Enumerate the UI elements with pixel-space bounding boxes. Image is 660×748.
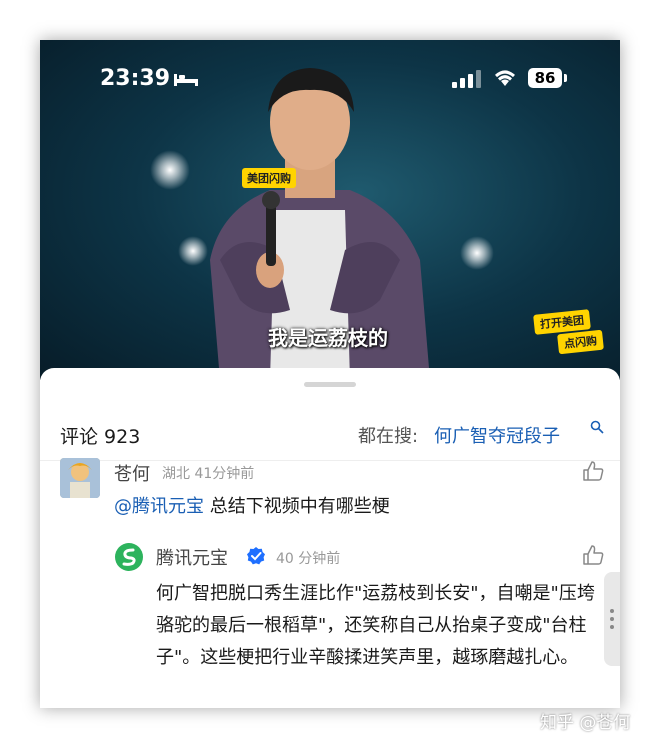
wifi-icon [495, 70, 515, 86]
reply-text: 何广智把脱口秀生涯比作"运荔枝到长安"，自嘲是"压垮骆驼的最后一根稻草"，还笑称… [156, 583, 595, 668]
battery-tip [564, 74, 567, 82]
app-screenshot: 美团闪购 我是运荔枝的 打开美团 点闪购 23:39 86 评论 923 都在搜… [40, 40, 620, 708]
video-subtitle: 我是运荔枝的 [268, 326, 388, 350]
search-suggestion-link[interactable]: 何广智夺冠段子 [434, 422, 560, 448]
like-icon[interactable] [582, 460, 604, 482]
yuanbao-logo-icon[interactable] [114, 542, 144, 572]
promo-line2: 点闪购 [557, 329, 604, 355]
verified-badge-icon [247, 547, 265, 565]
bottom-fade [40, 686, 620, 708]
search-suggestion-label: 都在搜: [358, 426, 419, 447]
mic-brand-logo: 美团闪购 [242, 168, 296, 188]
search-icon[interactable] [590, 420, 604, 434]
comment-meta: 湖北 41分钟前 [162, 466, 255, 482]
reply-meta: 40 分钟前 [276, 551, 341, 567]
promo-badge[interactable]: 打开美团 点闪购 [533, 309, 610, 355]
comment-body: 总结下视频中有哪些梗 [204, 496, 390, 517]
reply-username[interactable]: 腾讯元宝 [156, 544, 228, 570]
signal-icon [452, 70, 481, 88]
sheet-drag-handle[interactable] [304, 382, 356, 387]
status-time: 23:39 [100, 66, 171, 91]
video-player[interactable]: 美团闪购 我是运荔枝的 打开美团 点闪购 23:39 86 [40, 40, 620, 380]
more-vertical-icon[interactable] [610, 608, 614, 630]
watermark: 知乎 @苍何 [540, 713, 631, 733]
mention-link[interactable]: @腾讯元宝 [114, 496, 204, 517]
bed-icon [174, 74, 198, 86]
comment-count: 评论 923 [60, 426, 141, 448]
comment-username[interactable]: 苍何 [114, 460, 150, 486]
avatar[interactable] [60, 458, 100, 498]
like-icon[interactable] [582, 544, 604, 566]
comments-sheet: 评论 923 都在搜: 何广智夺冠段子 苍何 湖北 41分钟前 @腾讯元宝 总结… [40, 368, 620, 708]
battery-icon: 86 [528, 68, 562, 88]
comment-text: @腾讯元宝 总结下视频中有哪些梗 [114, 492, 390, 518]
stage-light [460, 236, 494, 270]
